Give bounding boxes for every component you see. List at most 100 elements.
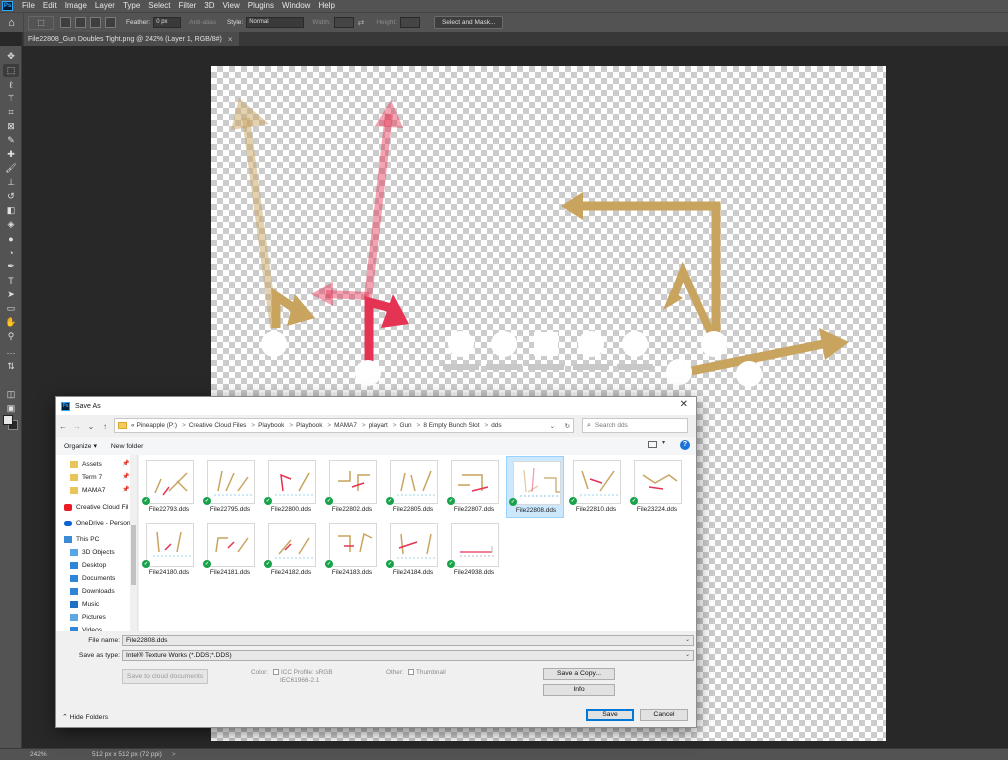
scrollbar-thumb[interactable] [131,525,136,585]
file-item[interactable]: ✓ File22805.dds [384,456,442,518]
new-folder-button[interactable]: New folder [111,443,144,450]
feather-input[interactable]: 0 px [153,17,182,28]
nav-item[interactable]: Documents [70,572,115,584]
eraser-tool-icon[interactable]: ◧ [3,204,19,217]
breadcrumb[interactable]: Gun [400,422,412,429]
file-item[interactable]: ✓ File22793.dds [140,456,198,518]
breadcrumb[interactable]: 8 Empty Bunch Slot [423,422,479,429]
nav-item[interactable]: 3D Objects [70,546,115,558]
close-icon[interactable]: ✕ [680,399,688,410]
nav-item[interactable]: Term 7 [70,471,102,483]
select-and-mask-button[interactable]: Select and Mask... [433,16,504,29]
close-tab-icon[interactable]: × [228,35,233,44]
search-input[interactable]: ⌕ Search dds [582,418,688,433]
forward-icon[interactable]: → [70,422,84,431]
save-button[interactable]: Save [586,709,634,721]
clone-stamp-tool-icon[interactable]: ⊥ [3,176,19,189]
breadcrumb[interactable]: Playbook [296,422,322,429]
history-brush-tool-icon[interactable]: ↺ [3,190,19,203]
breadcrumb[interactable]: MAMA7 [334,422,357,429]
screen-mode-icon[interactable]: ▣ [3,402,19,415]
file-item[interactable]: ✓ File23224.dds [628,456,686,518]
swap-icon[interactable]: ⇄ [358,18,365,27]
save-type-dropdown-icon[interactable]: ⌄ [685,651,690,660]
frame-tool-icon[interactable]: ⊠ [3,120,19,133]
menu-item[interactable]: Help [314,0,338,12]
menu-item[interactable]: Type [119,0,144,12]
icc-profile-checkbox[interactable] [273,669,279,675]
nav-item[interactable]: Creative Cloud Fil [64,501,128,513]
rectangle-tool-icon[interactable]: ▭ [3,302,19,315]
hand-tool-icon[interactable]: ✋ [3,316,19,329]
breadcrumb-separator-icon[interactable]: > [393,422,397,429]
file-name-input[interactable]: File22808.dds ⌄ [122,635,694,646]
save-to-cloud-button[interactable]: Save to cloud documents [122,669,208,684]
nav-item[interactable]: MAMA7 [70,484,105,496]
cancel-button[interactable]: Cancel [640,709,688,721]
nav-item[interactable]: Assets [70,458,102,470]
height-input[interactable] [399,17,420,28]
file-item[interactable]: ✓ File24182.dds [262,519,320,581]
file-item[interactable]: ✓ File22802.dds [323,456,381,518]
address-dropdown-icon[interactable]: ⌄ [550,422,555,430]
crop-tool-icon[interactable]: ⌗ [3,106,19,119]
refresh-icon[interactable]: ↻ [565,422,570,430]
breadcrumb[interactable]: Creative Cloud Files [189,422,247,429]
hide-folders-button[interactable]: ⌃ Hide Folders [62,713,108,721]
organize-button[interactable]: Organize ▾ [64,442,97,450]
breadcrumb-separator-icon[interactable]: > [289,422,293,429]
file-item[interactable]: ✓ File24938.dds [445,519,503,581]
view-options-dropdown-icon[interactable]: ▾ [662,439,665,446]
blur-tool-icon[interactable]: ● [3,232,19,245]
breadcrumb[interactable]: Pineapple (P:) [137,422,178,429]
subtract-selection-mode-button[interactable] [90,17,101,28]
file-item[interactable]: ✓ File24184.dds [384,519,442,581]
menu-item[interactable]: Image [61,0,91,12]
up-folder-icon[interactable]: ↑ [98,422,112,431]
move-tool-icon[interactable]: ✥ [3,50,19,63]
pin-icon[interactable]: 📌 [122,486,129,493]
nav-item[interactable]: Music [70,598,99,610]
document-tab[interactable]: File22808_Gun Doubles Tight.png @ 242% (… [24,32,239,46]
file-item[interactable]: ✓ File24183.dds [323,519,381,581]
more-tools-icon[interactable]: ··· [3,346,19,359]
nav-item[interactable]: Pictures [70,611,106,623]
breadcrumb-separator-icon[interactable]: > [182,422,186,429]
file-item[interactable]: ✓ File22795.dds [201,456,259,518]
breadcrumb[interactable]: dds [491,422,501,429]
save-type-select[interactable]: Intel® Texture Works (*.DDS;*.DDS) ⌄ [122,650,694,661]
menu-item[interactable]: Select [144,0,174,12]
file-item[interactable]: ✓ File24180.dds [140,519,198,581]
menu-item[interactable]: View [219,0,244,12]
healing-brush-tool-icon[interactable]: ✚ [3,148,19,161]
file-name-dropdown-icon[interactable]: ⌄ [685,636,690,645]
paint-bucket-tool-icon[interactable]: ◈ [3,218,19,231]
recent-locations-icon[interactable]: ⌄ [84,422,98,431]
edit-toolbar-icon[interactable]: ⇅ [3,360,19,373]
pen-tool-icon[interactable]: ✒ [3,260,19,273]
help-icon[interactable]: ? [680,440,690,450]
dodge-tool-icon[interactable]: ◔ [3,246,19,259]
breadcrumb-separator-icon[interactable]: > [417,422,421,429]
breadcrumb-separator-icon[interactable]: > [484,422,488,429]
nav-item[interactable]: Downloads [70,585,115,597]
nav-item[interactable]: Videos [70,624,102,631]
back-icon[interactable]: ← [56,422,70,431]
nav-item[interactable]: OneDrive - Person [64,517,131,529]
menu-item[interactable]: Window [278,0,314,12]
style-select[interactable]: Normal [246,17,305,28]
zoom-level[interactable]: 242% [0,751,70,758]
nav-item[interactable]: Desktop [70,559,106,571]
home-icon[interactable]: ⌂ [0,12,24,33]
status-menu-arrow[interactable]: > [172,751,176,758]
breadcrumb-separator-icon[interactable]: > [327,422,331,429]
menu-item[interactable]: Edit [39,0,61,12]
file-item[interactable]: ✓ File22808.dds [506,456,564,518]
menu-item[interactable]: Layer [91,0,119,12]
width-input[interactable] [333,17,354,28]
type-tool-icon[interactable]: T [3,274,19,287]
breadcrumb[interactable]: Playbook [258,422,284,429]
address-bar[interactable]: «Pineapple (P:) > Creative Cloud Files > Pla… [114,418,574,433]
menu-item[interactable]: File [18,0,39,12]
path-selection-tool-icon[interactable]: ➤ [3,288,19,301]
